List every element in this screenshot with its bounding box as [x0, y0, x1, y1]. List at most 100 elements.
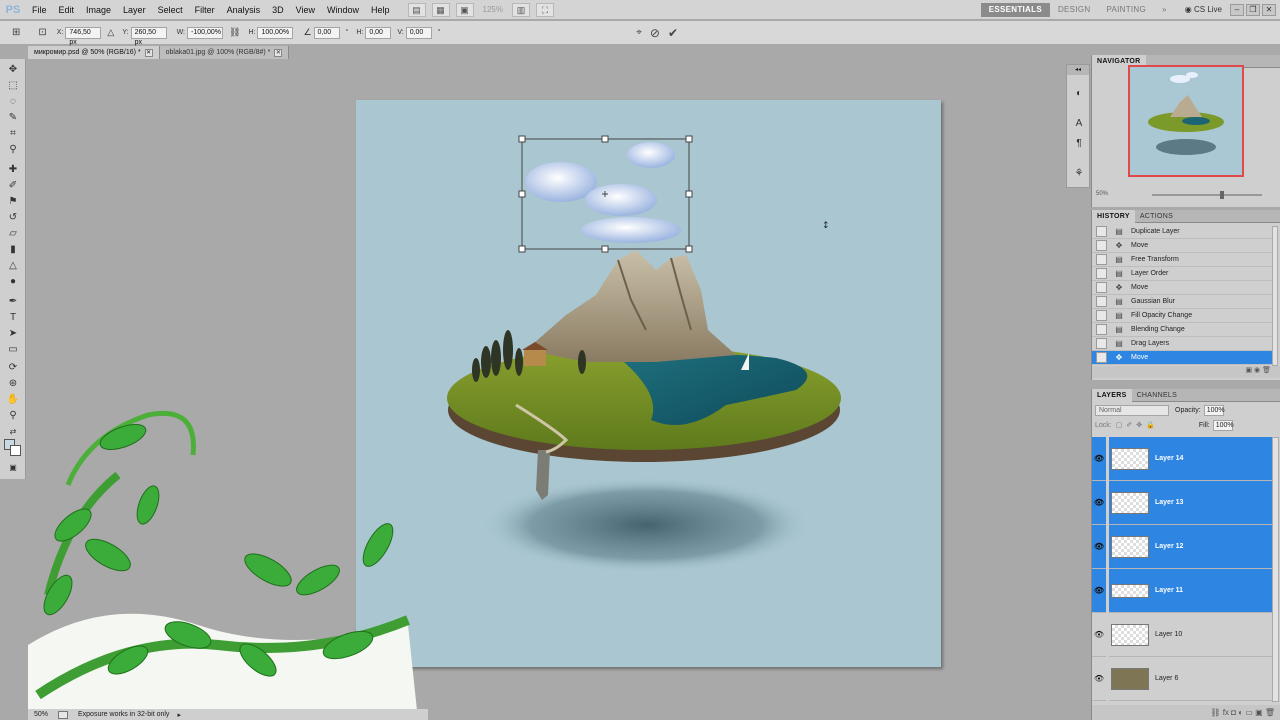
- 3d-rotate-tool-icon[interactable]: ⟳: [6, 361, 20, 374]
- history-scrollbar[interactable]: [1272, 226, 1278, 366]
- history-item[interactable]: ▤ Layer Order: [1092, 267, 1272, 281]
- brush-tool-icon[interactable]: ✐: [6, 179, 20, 192]
- tab-layers[interactable]: LAYERS: [1092, 388, 1132, 402]
- eyedropper-tool-icon[interactable]: ⚲: [6, 143, 20, 156]
- pen-tool-icon[interactable]: ✒: [6, 295, 20, 308]
- restore-button[interactable]: ❐: [1246, 3, 1260, 16]
- zoom-status[interactable]: 50%: [28, 711, 54, 718]
- warp-mode-icon[interactable]: ⌖: [636, 27, 642, 38]
- history-item[interactable]: ▤ Drag Layers: [1092, 337, 1272, 351]
- layers-scrollbar[interactable]: [1272, 437, 1279, 702]
- visibility-eye-icon[interactable]: 👁: [1092, 498, 1106, 507]
- zoom-slider[interactable]: [1152, 194, 1262, 196]
- menu-help[interactable]: Help: [365, 5, 396, 15]
- tab-history[interactable]: HISTORY: [1092, 209, 1135, 223]
- width-field[interactable]: -100,00%: [187, 26, 223, 39]
- minimize-button[interactable]: –: [1230, 3, 1244, 16]
- cancel-transform-icon[interactable]: ⊘: [650, 26, 660, 40]
- menu-analysis[interactable]: Analysis: [221, 5, 267, 15]
- delete-state-icon[interactable]: 🗑: [1262, 367, 1271, 374]
- history-snapshot-checkbox[interactable]: [1096, 282, 1107, 293]
- visibility-eye-icon[interactable]: 👁: [1092, 674, 1106, 683]
- history-snapshot-checkbox[interactable]: [1096, 240, 1107, 251]
- marquee-tool-icon[interactable]: ⬚: [6, 79, 20, 92]
- layer-row[interactable]: 👁 Layer 11: [1092, 568, 1272, 613]
- shape-tool-icon[interactable]: ▭: [6, 343, 20, 356]
- history-item[interactable]: ▤ Blending Change: [1092, 323, 1272, 337]
- menu-image[interactable]: Image: [80, 5, 117, 15]
- gradient-tool-icon[interactable]: ▮: [6, 243, 20, 256]
- paragraph-icon[interactable]: ¶: [1072, 137, 1086, 150]
- background-color-swatch[interactable]: [10, 445, 21, 456]
- y-field[interactable]: 260,50 px: [130, 26, 167, 46]
- menu-layer[interactable]: Layer: [117, 5, 152, 15]
- lock-all-icon[interactable]: 🔒: [1146, 421, 1155, 429]
- menu-edit[interactable]: Edit: [53, 5, 81, 15]
- visibility-eye-icon[interactable]: 👁: [1092, 454, 1106, 463]
- height-field[interactable]: 100,00%: [257, 26, 294, 39]
- quick-select-tool-icon[interactable]: ✎: [6, 111, 20, 124]
- workspace-more-button[interactable]: »: [1154, 3, 1175, 17]
- lock-position-icon[interactable]: ✥: [1136, 421, 1142, 429]
- x-field[interactable]: 746,50 px: [65, 26, 102, 46]
- menu-window[interactable]: Window: [321, 5, 365, 15]
- zoom-level[interactable]: 125%: [483, 5, 503, 14]
- new-group-icon[interactable]: ▭: [1245, 708, 1255, 717]
- view-extras-button[interactable]: ▣: [455, 2, 474, 17]
- v-skew-field[interactable]: 0,00: [405, 26, 432, 39]
- history-item[interactable]: ▤ Free Transform: [1092, 253, 1272, 267]
- quick-mask-icon[interactable]: ▣: [6, 461, 20, 474]
- history-snapshot-checkbox[interactable]: [1096, 226, 1107, 237]
- lasso-tool-icon[interactable]: ◌: [6, 95, 20, 108]
- history-snapshot-checkbox[interactable]: [1096, 338, 1107, 349]
- eraser-tool-icon[interactable]: ▱: [6, 227, 20, 240]
- visibility-eye-icon[interactable]: 👁: [1092, 630, 1106, 639]
- menu-select[interactable]: Select: [152, 5, 189, 15]
- commit-transform-icon[interactable]: ✔: [668, 26, 678, 40]
- crop-tool-icon[interactable]: ⌗: [6, 127, 20, 140]
- history-item[interactable]: ▤ Gaussian Blur: [1092, 295, 1272, 309]
- new-document-from-state-icon[interactable]: ▣: [1245, 367, 1254, 374]
- reference-point-icon[interactable]: ⊡: [38, 27, 46, 38]
- visibility-eye-icon[interactable]: 👁: [1092, 542, 1106, 551]
- delete-layer-icon[interactable]: 🗑: [1265, 708, 1275, 717]
- link-icon[interactable]: ⛓: [229, 27, 240, 38]
- collapse-icon[interactable]: ◂◂: [1067, 65, 1089, 75]
- healing-brush-tool-icon[interactable]: ✚: [6, 163, 20, 176]
- clone-source-icon[interactable]: ⚘: [1072, 167, 1086, 180]
- history-snapshot-checkbox[interactable]: [1096, 352, 1107, 363]
- angle-field[interactable]: 0,00: [313, 26, 340, 39]
- tool-preset-icon[interactable]: ⊞: [12, 27, 20, 38]
- history-brush-tool-icon[interactable]: ↺: [6, 211, 20, 224]
- layer-row[interactable]: 👁 Layer 12: [1092, 524, 1272, 569]
- layer-style-icon[interactable]: fx: [1223, 708, 1231, 717]
- tab-close-icon[interactable]: ✕: [274, 48, 283, 57]
- move-tool-icon[interactable]: ✥: [6, 63, 20, 76]
- close-window-button[interactable]: ✕: [1262, 3, 1276, 16]
- history-item[interactable]: ▤ Duplicate Layer: [1092, 225, 1272, 239]
- menu-file[interactable]: File: [26, 5, 53, 15]
- tab-channels[interactable]: CHANNELS: [1132, 389, 1183, 402]
- history-item[interactable]: ✥ Move: [1092, 239, 1272, 253]
- character-icon[interactable]: A: [1072, 117, 1086, 130]
- workspace-design[interactable]: DESIGN: [1050, 3, 1098, 17]
- lock-transparency-icon[interactable]: ▢: [1116, 421, 1123, 429]
- fill-field[interactable]: 100%: [1212, 419, 1234, 431]
- history-snapshot-checkbox[interactable]: [1096, 324, 1107, 335]
- history-snapshot-checkbox[interactable]: [1096, 254, 1107, 265]
- history-item[interactable]: ▤ Fill Opacity Change: [1092, 309, 1272, 323]
- new-snapshot-icon[interactable]: ◉: [1254, 367, 1262, 374]
- adjust-icon[interactable]: ◐: [1072, 87, 1086, 100]
- clone-stamp-tool-icon[interactable]: ⚑: [6, 195, 20, 208]
- navigator-preview[interactable]: [1128, 65, 1244, 177]
- new-layer-icon[interactable]: ▣: [1255, 708, 1265, 717]
- path-selection-tool-icon[interactable]: ➤: [6, 327, 20, 340]
- history-snapshot-checkbox[interactable]: [1096, 296, 1107, 307]
- status-menu-arrow-icon[interactable]: ▸: [177, 711, 181, 719]
- workspace-painting[interactable]: PAINTING: [1098, 3, 1154, 17]
- 3d-orbit-tool-icon[interactable]: ⊛: [6, 377, 20, 390]
- layer-row[interactable]: 👁 Layer 14: [1092, 436, 1272, 481]
- dodge-tool-icon[interactable]: ●: [6, 275, 20, 288]
- zoom-slider-handle[interactable]: [1220, 191, 1224, 199]
- workspace-essentials[interactable]: ESSENTIALS: [980, 2, 1050, 17]
